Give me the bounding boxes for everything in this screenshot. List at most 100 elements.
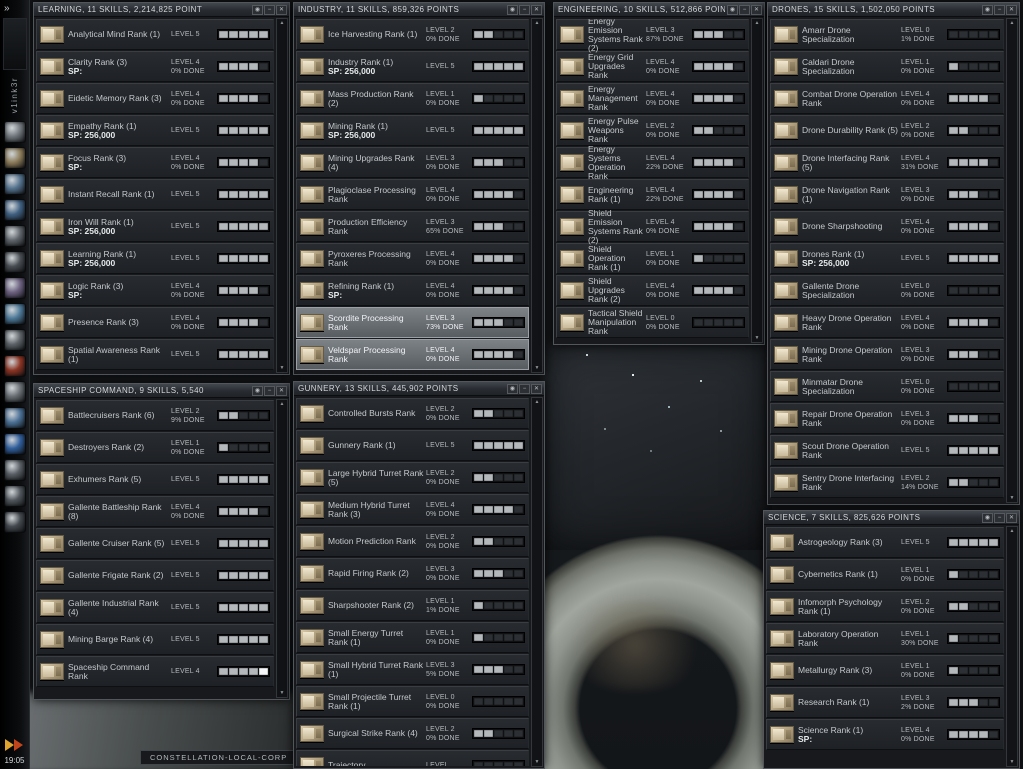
skill-row[interactable]: Energy Grid Upgrades Rank LEVEL 4 0% DONE [556, 51, 749, 82]
skill-row[interactable]: Energy Management Rank LEVEL 4 0% DONE [556, 83, 749, 114]
close-button[interactable]: ✕ [531, 4, 542, 15]
scrollbar[interactable]: ▲ ▼ [751, 18, 763, 343]
skill-row[interactable]: Scordite Processing Rank LEVEL 3 73% DONE [296, 307, 529, 338]
skill-row[interactable]: Mining Barge Rank (4) LEVEL 5 [36, 624, 274, 655]
skill-row[interactable]: Shield Operation Rank (1) LEVEL 1 0% DONE [556, 243, 749, 274]
titlebar-science[interactable]: SCIENCE, 7 SKILLS, 825,626 POINTS ◉ − ✕ [764, 511, 1019, 525]
skill-row[interactable]: Presence Rank (3) LEVEL 4 0% DONE [36, 307, 274, 338]
titlebar-engineering[interactable]: ENGINEERING, 10 SKILLS, 512,866 POIN ◉ − ✕ [554, 3, 764, 17]
minimize-button[interactable]: − [519, 4, 530, 15]
skill-row[interactable]: Eidetic Memory Rank (3) LEVEL 4 0% DONE [36, 83, 274, 114]
close-button[interactable]: ✕ [276, 385, 287, 396]
close-button[interactable]: ✕ [751, 4, 762, 15]
settings-icon[interactable] [3, 459, 26, 482]
skill-row[interactable]: Clarity Rank (3) SP: LEVEL 4 0% DONE [36, 51, 274, 82]
skill-row[interactable]: Gallente Battleship Rank (8) LEVEL 4 0% DO… [36, 496, 274, 527]
pin-button[interactable]: ◉ [252, 385, 263, 396]
skill-row[interactable]: Research Rank (1) LEVEL 3 2% DONE [766, 687, 1004, 718]
skill-row[interactable]: Ice Harvesting Rank (1) LEVEL 2 0% DONE [296, 19, 529, 50]
skill-row[interactable]: Small Hybrid Turret Rank (1) LEVEL 3 5% DO… [296, 654, 529, 685]
skill-row[interactable]: Exhumers Rank (5) LEVEL 5 [36, 464, 274, 495]
skill-row[interactable]: Amarr Drone Specialization LEVEL 0 1% DONE [770, 19, 1004, 50]
skill-row[interactable]: Shield Upgrades Rank (2) LEVEL 4 0% DONE [556, 275, 749, 306]
skill-row[interactable]: Controlled Bursts Rank LEVEL 2 0% DONE [296, 398, 529, 429]
titlebar-industry[interactable]: INDUSTRY, 11 SKILLS, 859,326 POINTS ◉ − ✕ [294, 3, 544, 17]
pin-button[interactable]: ◉ [982, 4, 993, 15]
skill-row[interactable]: Surgical Strike Rank (4) LEVEL 2 0% DONE [296, 718, 529, 749]
skill-row[interactable]: Astrogeology Rank (3) LEVEL 5 [766, 527, 1004, 558]
skill-row[interactable]: Repair Drone Operation Rank LEVEL 3 0% DON… [770, 403, 1004, 434]
scroll-down-icon[interactable]: ▼ [532, 759, 542, 765]
scrollbar[interactable]: ▲ ▼ [1006, 526, 1018, 767]
close-button[interactable]: ✕ [1006, 512, 1017, 523]
close-button[interactable]: ✕ [531, 383, 542, 394]
scroll-up-icon[interactable]: ▲ [277, 401, 287, 407]
skill-row[interactable]: Cybernetics Rank (1) LEVEL 1 0% DONE [766, 559, 1004, 590]
minimize-button[interactable]: − [264, 4, 275, 15]
pin-button[interactable]: ◉ [507, 4, 518, 15]
skill-row[interactable]: Caldari Drone Specialization LEVEL 1 0% DO… [770, 51, 1004, 82]
scroll-up-icon[interactable]: ▲ [1007, 528, 1017, 534]
science-icon[interactable] [3, 277, 26, 300]
skill-row[interactable]: Gunnery Rank (1) LEVEL 5 [296, 430, 529, 461]
skill-row[interactable]: Shield Emission Systems Rank (2) LEVEL 40… [556, 208, 749, 244]
skill-row[interactable]: Mining Upgrades Rank (4) LEVEL 3 0% DONE [296, 147, 529, 178]
skill-row[interactable]: Mining Drone Operation Rank LEVEL 3 0% DON… [770, 339, 1004, 370]
minimize-button[interactable]: − [264, 385, 275, 396]
scrollbar[interactable]: ▲ ▼ [276, 18, 288, 373]
log-icon[interactable] [3, 511, 26, 534]
scroll-down-icon[interactable]: ▼ [1007, 495, 1017, 501]
market-icon[interactable] [3, 225, 26, 248]
skill-row[interactable]: Drones Rank (1) SP: 256,000 LEVEL 5 [770, 243, 1004, 274]
skill-row[interactable]: Industry Rank (1) SP: 256,000 LEVEL 5 [296, 51, 529, 82]
skill-row[interactable]: Scout Drone Operation Rank LEVEL 5 [770, 435, 1004, 466]
skill-row[interactable]: Medium Hybrid Turret Rank (3) LEVEL 4 0% D… [296, 494, 529, 525]
skill-row[interactable]: Destroyers Rank (2) LEVEL 1 0% DONE [36, 432, 274, 463]
pin-button[interactable]: ◉ [727, 4, 738, 15]
skill-row[interactable]: Gallente Frigate Rank (2) LEVEL 5 [36, 560, 274, 591]
scroll-up-icon[interactable]: ▲ [277, 20, 287, 26]
pin-button[interactable]: ◉ [252, 4, 263, 15]
skill-row[interactable]: Motion Prediction Rank LEVEL 2 0% DONE [296, 526, 529, 557]
pin-button[interactable]: ◉ [507, 383, 518, 394]
skill-row[interactable]: Spaceship Command Rank LEVEL 4 [36, 656, 274, 687]
skill-row[interactable]: Analytical Mind Rank (1) LEVEL 5 [36, 19, 274, 50]
scroll-up-icon[interactable]: ▲ [532, 20, 542, 26]
skill-row[interactable]: Sharpshooter Rank (2) LEVEL 1 1% DONE [296, 590, 529, 621]
pin-button[interactable]: ◉ [982, 512, 993, 523]
skill-row[interactable]: Plagioclase Processing Rank LEVEL 4 0% DON… [296, 179, 529, 210]
skill-row[interactable]: Large Hybrid Turret Rank (5) LEVEL 2 0% DO… [296, 462, 529, 493]
close-button[interactable]: ✕ [276, 4, 287, 15]
scroll-down-icon[interactable]: ▼ [752, 335, 762, 341]
minimize-button[interactable]: − [739, 4, 750, 15]
skill-row[interactable]: Gallente Cruiser Rank (5) LEVEL 5 [36, 528, 274, 559]
titlebar-spaceship[interactable]: SPACESHIP COMMAND, 9 SKILLS, 5,540 ◉ − ✕ [34, 384, 289, 398]
skill-row[interactable]: Combat Drone Operation Rank LEVEL 4 0% DON… [770, 83, 1004, 114]
skill-row[interactable]: Small Energy Turret Rank (1) LEVEL 1 0% DO… [296, 622, 529, 653]
skill-row[interactable]: Energy Emission Systems Rank (2) LEVEL 38… [556, 19, 749, 52]
close-button[interactable]: ✕ [1006, 4, 1017, 15]
minimize-button[interactable]: − [994, 512, 1005, 523]
skill-row[interactable]: Focus Rank (3) SP: LEVEL 4 0% DONE [36, 147, 274, 178]
skill-row[interactable]: Engineering Rank (1) LEVEL 4 22% DONE [556, 179, 749, 210]
skill-row[interactable]: Empathy Rank (1) SP: 256,000 LEVEL 5 [36, 115, 274, 146]
skill-row[interactable]: Laboratory Operation Rank LEVEL 1 30% DONE [766, 623, 1004, 654]
scrollbar[interactable]: ▲ ▼ [531, 397, 543, 767]
scroll-up-icon[interactable]: ▲ [532, 399, 542, 405]
skill-row[interactable]: Drone Interfacing Rank (5) LEVEL 4 31% DON… [770, 147, 1004, 178]
skill-row[interactable]: Logic Rank (3) SP: LEVEL 4 0% DONE [36, 275, 274, 306]
scroll-down-icon[interactable]: ▼ [1007, 759, 1017, 765]
chat-icon[interactable] [3, 407, 26, 430]
skill-row[interactable]: Battlecruisers Rank (6) LEVEL 2 9% DONE [36, 400, 274, 431]
skill-row[interactable]: Refining Rank (1) SP: LEVEL 4 0% DONE [296, 275, 529, 306]
skill-row[interactable]: Drone Navigation Rank (1) LEVEL 3 0% DONE [770, 179, 1004, 210]
scroll-up-icon[interactable]: ▲ [752, 20, 762, 26]
scroll-down-icon[interactable]: ▼ [277, 365, 287, 371]
scrollbar[interactable]: ▲ ▼ [276, 399, 288, 698]
ships-icon[interactable] [3, 199, 26, 222]
skill-row[interactable]: Veldspar Processing Rank LEVEL 4 0% DONE [296, 339, 529, 370]
skill-row[interactable]: Energy Pulse Weapons Rank LEVEL 2 0% DONE [556, 115, 749, 146]
wallet-icon[interactable] [3, 147, 26, 170]
scroll-down-icon[interactable]: ▼ [532, 365, 542, 371]
skill-row[interactable]: Sentry Drone Interfacing Rank LEVEL 2 14% … [770, 467, 1004, 498]
